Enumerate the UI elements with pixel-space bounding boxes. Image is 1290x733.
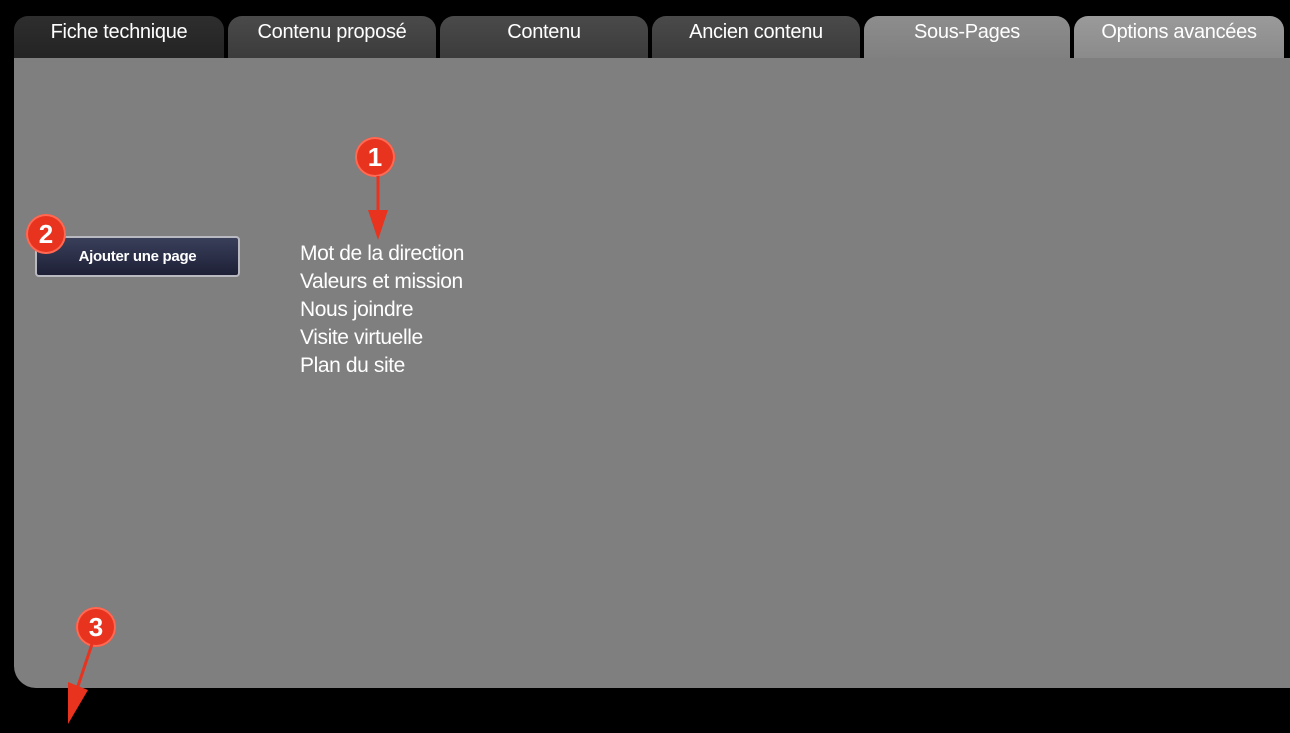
annotation-marker-3: 3 [76, 607, 116, 647]
subpage-item[interactable]: Nous joindre [300, 296, 464, 324]
tab-contenu[interactable]: Contenu [440, 16, 648, 60]
subpage-list: Mot de la direction Valeurs et mission N… [300, 240, 464, 380]
subpage-item[interactable]: Visite virtuelle [300, 324, 464, 352]
tab-ancien-contenu[interactable]: Ancien contenu [652, 16, 860, 60]
annotation-marker-1: 1 [355, 137, 395, 177]
sous-pages-panel [14, 58, 1290, 688]
subpage-item[interactable]: Plan du site [300, 352, 464, 380]
tab-contenu-propose[interactable]: Contenu proposé [228, 16, 436, 60]
subpage-item[interactable]: Valeurs et mission [300, 268, 464, 296]
add-page-button[interactable]: Ajouter une page [35, 236, 240, 277]
tab-sous-pages[interactable]: Sous-Pages [864, 16, 1070, 62]
arrow-down-icon [368, 176, 388, 240]
annotation-marker-2: 2 [26, 214, 66, 254]
tab-options-avancees[interactable]: Options avancées [1074, 16, 1284, 60]
tab-bar: Fiche technique Contenu proposé Contenu … [14, 14, 1290, 62]
arrow-down-left-icon [68, 643, 94, 724]
screen: Fiche technique Contenu proposé Contenu … [0, 0, 1290, 733]
tab-fiche-technique[interactable]: Fiche technique [14, 16, 224, 60]
